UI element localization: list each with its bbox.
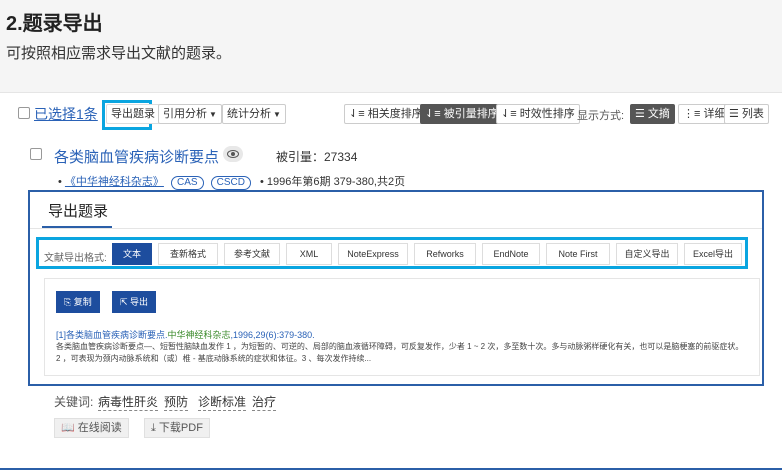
view-abstract-button[interactable]: ☰ 文摘 xyxy=(630,104,675,124)
tag-cas[interactable]: CAS xyxy=(170,176,204,190)
read-online-label: 在线阅读 xyxy=(77,422,122,434)
cite-count: 被引量：27334 xyxy=(276,150,358,164)
copy-label: 复制 xyxy=(73,297,92,307)
cite-analysis-dropdown[interactable]: 引用分析 ▼ xyxy=(158,104,222,124)
detail-icon: ⋮≡ xyxy=(683,108,704,120)
divider xyxy=(30,228,762,229)
export-icon: ⇱ xyxy=(120,297,131,307)
list-icon: ☰ xyxy=(635,108,648,120)
eye-icon[interactable] xyxy=(223,146,243,162)
result-meta: • 《中华神经科杂志》 CAS CSCD • 1996年第6期 379-380,… xyxy=(58,173,405,190)
list-icon: ☰ xyxy=(729,108,742,120)
output-abstract: 各类脑血管疾病诊断要点—、短暂性脑缺血发作 1 ，为短暂的、可逆的、局部的脑血液… xyxy=(56,342,744,363)
format-noteexpress[interactable]: NoteExpress xyxy=(338,243,408,265)
page-subtitle: 可按照相应需求导出文献的题录。 xyxy=(6,45,232,62)
format-text[interactable]: 文本 xyxy=(112,243,152,265)
output-reference: [1]各类脑血管疾病诊断要点.中华神经科杂志,1996,29(6):379-38… xyxy=(56,328,315,341)
chevron-down-icon: ▼ xyxy=(209,110,217,119)
book-icon: 📖 xyxy=(61,422,78,434)
display-mode-label: 显示方式: xyxy=(577,110,625,122)
sort-cited-label: 被引量排序 xyxy=(443,108,499,120)
download-pdf-label: 下载PDF xyxy=(158,422,203,434)
export-citation-button[interactable]: 导出题录 xyxy=(106,104,160,124)
stat-analysis-label: 统计分析 xyxy=(227,108,271,120)
cite-analysis-label: 引用分析 xyxy=(163,108,207,120)
keyword-link[interactable]: 病毒性肝炎 xyxy=(98,393,159,411)
ref-suffix: ,1996,29(6):379-380. xyxy=(230,330,315,340)
format-refworks[interactable]: Refworks xyxy=(414,243,476,265)
format-novelty[interactable]: 查新格式 xyxy=(158,243,218,265)
bullet: • xyxy=(58,176,65,188)
selected-count-link[interactable]: 已选择1条 xyxy=(34,104,98,124)
keyword-link[interactable]: 预防 xyxy=(164,393,189,411)
keyword-link[interactable]: 诊断标准 xyxy=(198,393,247,411)
doc-header: 2.题录导出 可按照相应需求导出文献的题录。 xyxy=(0,0,782,92)
sort-time-label: 时效性排序 xyxy=(519,108,575,120)
chevron-down-icon: ▼ xyxy=(273,110,281,119)
export-label: 导出 xyxy=(130,297,149,307)
format-reference[interactable]: 参考文献 xyxy=(224,243,280,265)
copy-icon: ⎘ xyxy=(64,297,74,307)
tab-export-citation[interactable]: 导出题录 xyxy=(48,200,108,221)
result-checkbox[interactable] xyxy=(30,148,42,160)
format-custom[interactable]: 自定义导出 xyxy=(616,243,678,265)
keywords-label: 关键词: xyxy=(54,395,94,409)
sort-cited-button[interactable]: ⇃≡ 被引量排序 xyxy=(420,104,504,124)
format-xml[interactable]: XML xyxy=(286,243,332,265)
copy-button[interactable]: ⎘ 复制 xyxy=(56,291,100,313)
download-pdf-button[interactable]: ⤓ 下载PDF xyxy=(144,418,210,438)
sort-relevance-label: 相关度排序 xyxy=(367,108,423,120)
tag-cscd[interactable]: CSCD xyxy=(210,176,251,190)
read-online-button[interactable]: 📖 在线阅读 xyxy=(54,418,129,438)
format-excel[interactable]: Excel导出 xyxy=(684,243,742,265)
sort-relevance-button[interactable]: ⇃≡ 相关度排序 xyxy=(344,104,428,124)
format-label: 文献导出格式: xyxy=(44,253,107,264)
format-notefirst[interactable]: Note First xyxy=(546,243,610,265)
ref-journal: 中华神经科杂志 xyxy=(167,330,231,340)
bottom-border xyxy=(0,468,782,470)
stat-analysis-dropdown[interactable]: 统计分析 ▼ xyxy=(222,104,286,124)
view-list-label: 列表 xyxy=(741,108,764,120)
view-detail-button[interactable]: ⋮≡ 详细 xyxy=(678,104,731,124)
keyword-link[interactable]: 治疗 xyxy=(252,393,277,411)
page-title: 2.题录导出 xyxy=(6,13,103,35)
view-abstract-label: 文摘 xyxy=(647,108,670,120)
download-icon: ⤓ xyxy=(151,422,159,434)
sort-icon: ⇃≡ xyxy=(501,108,520,120)
result-title-link[interactable]: 各类脑血管疾病诊断要点 xyxy=(54,146,219,167)
view-detail-label: 详细 xyxy=(703,108,726,120)
select-all-checkbox[interactable] xyxy=(18,107,30,119)
journal-link[interactable]: 《中华神经科杂志》 xyxy=(65,176,164,188)
issue-info: • 1996年第6期 379-380,共2页 xyxy=(260,176,406,188)
view-list-button[interactable]: ☰ 列表 xyxy=(724,104,769,124)
export-button[interactable]: ⇱ 导出 xyxy=(112,291,157,313)
ref-prefix: [1]各类脑血管疾病诊断要点. xyxy=(56,330,168,340)
format-endnote[interactable]: EndNote xyxy=(482,243,540,265)
sort-icon: ⇃≡ xyxy=(425,108,444,120)
sort-time-button[interactable]: ⇃≡ 时效性排序 xyxy=(496,104,580,124)
sort-icon: ⇃≡ xyxy=(349,108,368,120)
